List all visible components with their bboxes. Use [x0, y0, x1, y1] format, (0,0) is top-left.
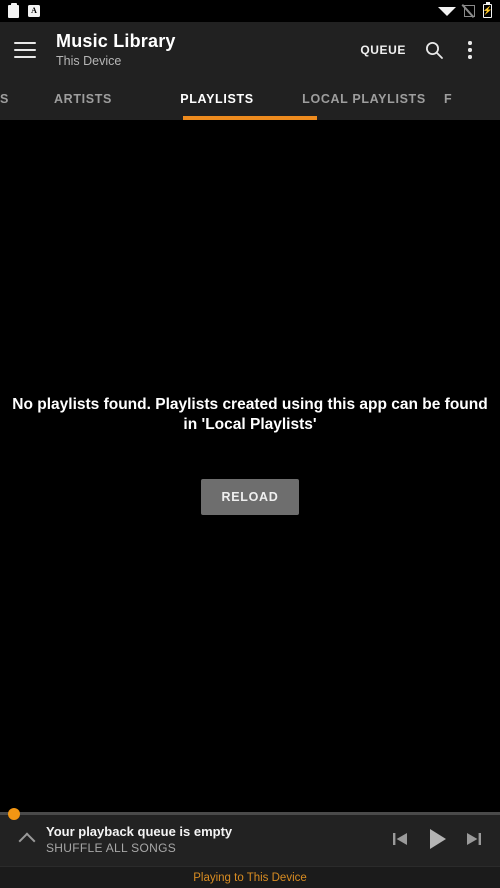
tab-bar[interactable]: S ARTISTS PLAYLISTS LOCAL PLAYLISTS F: [0, 78, 500, 120]
queue-status-text: Your playback queue is empty: [46, 823, 233, 839]
tab-songs-clipped[interactable]: S: [0, 78, 16, 120]
wifi-icon: [438, 6, 456, 16]
more-vertical-icon[interactable]: [454, 30, 486, 70]
app-badge-icon: A: [28, 5, 40, 17]
page-title: Music Library: [56, 31, 176, 51]
hamburger-menu-icon[interactable]: [14, 42, 36, 58]
clipboard-icon: [8, 2, 19, 18]
tab-playlists[interactable]: PLAYLISTS: [150, 78, 284, 120]
page-subtitle: This Device: [56, 54, 122, 68]
queue-button[interactable]: QUEUE: [352, 35, 414, 65]
now-playing-bar: Your playback queue is empty SHUFFLE ALL…: [0, 807, 500, 866]
status-bar: A ⚡: [0, 0, 500, 22]
app-bar-actions: QUEUE: [352, 30, 486, 70]
app-root: A ⚡ Music Library This Device QUEUE S AR…: [0, 0, 500, 888]
app-bar: Music Library This Device QUEUE: [0, 22, 500, 78]
status-bar-system-icons: ⚡: [438, 2, 492, 18]
next-track-button[interactable]: [464, 829, 484, 849]
shuffle-all-songs-label[interactable]: SHUFFLE ALL SONGS: [46, 840, 232, 856]
play-button[interactable]: [424, 826, 450, 852]
empty-state: No playlists found. Playlists created us…: [0, 395, 500, 515]
empty-state-message: No playlists found. Playlists created us…: [12, 396, 488, 433]
battery-charging-icon: ⚡: [483, 2, 492, 18]
playback-controls: [390, 826, 490, 852]
tab-artists[interactable]: ARTISTS: [16, 78, 150, 120]
cast-target-footer[interactable]: Playing to This Device: [0, 866, 500, 888]
chevron-up-icon[interactable]: [10, 822, 44, 856]
tab-local-playlists[interactable]: LOCAL PLAYLISTS: [284, 78, 444, 120]
seek-bar[interactable]: [0, 807, 500, 820]
now-playing-texts[interactable]: Your playback queue is empty SHUFFLE ALL…: [46, 823, 232, 856]
app-bar-titles: Music Library This Device: [56, 31, 176, 69]
cast-target-label: Playing to This Device: [193, 871, 307, 884]
search-icon[interactable]: [414, 30, 454, 70]
no-signal-icon: [464, 5, 475, 17]
tab-folders-clipped[interactable]: F: [444, 78, 470, 120]
reload-button[interactable]: RELOAD: [200, 479, 300, 515]
main-content: No playlists found. Playlists created us…: [0, 120, 500, 812]
status-bar-notifications: A: [8, 2, 40, 18]
seek-thumb[interactable]: [8, 807, 20, 820]
previous-track-button[interactable]: [390, 829, 410, 849]
